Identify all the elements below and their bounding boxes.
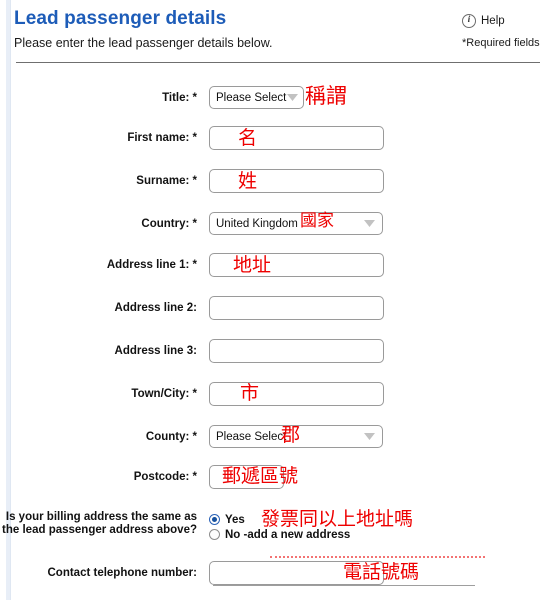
info-circle-icon: i [462,14,476,28]
label-address-1: Address line 1: * [106,259,197,271]
chevron-down-icon [360,220,378,227]
help-label: Help [481,15,505,27]
form-row-town-city: Town/City: * [0,382,540,406]
label-telephone: Contact telephone number: [47,567,197,579]
country-select-value: United Kingdom [216,217,298,230]
surname-input[interactable] [209,169,384,193]
label-country: Country: * [141,218,197,230]
label-first-name: First name: * [127,132,197,144]
label-address-3: Address line 3: [114,345,197,357]
address-line-3-input[interactable] [209,339,384,363]
billing-option-yes[interactable]: Yes [209,512,350,527]
form-row-address-3: Address line 3: [0,339,540,363]
form-row-address-1: Address line 1: * [0,253,540,277]
title-select-value: Please Select [216,91,287,104]
label-town-city: Town/City: * [131,388,197,400]
first-name-input[interactable] [209,126,384,150]
country-select[interactable]: United Kingdom [209,212,383,235]
radio-no-label: No -add a new address [225,528,351,541]
radio-no[interactable] [209,529,220,540]
label-billing-address: Is your billing address the same as the … [0,511,197,537]
label-county: County: * [145,431,197,443]
annotation-underline-stroke [213,585,475,586]
header-divider [16,62,540,63]
label-postcode: Postcode: * [133,471,197,483]
chevron-down-icon [286,94,299,101]
form-row-first-name: First name: * [0,126,540,150]
page-subtitle: Please enter the lead passenger details … [14,36,273,50]
lead-passenger-details-form: Lead passenger details Please enter the … [0,0,540,600]
radio-yes[interactable] [209,514,220,525]
billing-option-no[interactable]: No -add a new address [209,527,350,542]
label-address-2: Address line 2: [114,302,197,314]
address-line-1-input[interactable] [209,253,384,277]
radio-yes-label: Yes [225,513,245,526]
title-select[interactable]: Please Select [209,86,304,109]
telephone-input[interactable] [209,561,384,585]
label-billing-line-2: the lead passenger address above? [2,524,197,536]
postcode-input[interactable] [209,465,284,489]
county-select-value: Please Select [216,430,287,443]
chevron-down-icon [360,433,378,440]
page-title: Lead passenger details [14,8,227,29]
form-row-title: Title: * Please Select [0,86,540,110]
label-surname: Surname: * [136,175,197,187]
town-city-input[interactable] [209,382,384,406]
form-row-county: County: * Please Select [0,425,540,449]
county-select[interactable]: Please Select [209,425,383,448]
form-row-telephone: Contact telephone number: [0,561,540,585]
form-row-postcode: Postcode: * [0,465,540,489]
label-billing-line-1: Is your billing address the same as [5,511,197,523]
form-row-surname: Surname: * [0,169,540,193]
billing-address-radio-group: Yes No -add a new address [209,512,350,542]
help-link[interactable]: i Help [462,14,505,28]
form-row-country: Country: * United Kingdom [0,212,540,236]
required-fields-note: *Required fields [462,37,540,49]
address-line-2-input[interactable] [209,296,384,320]
label-title: Title: * [162,92,197,104]
form-row-address-2: Address line 2: [0,296,540,320]
form-row-billing-address: Is your billing address the same as the … [0,511,540,542]
